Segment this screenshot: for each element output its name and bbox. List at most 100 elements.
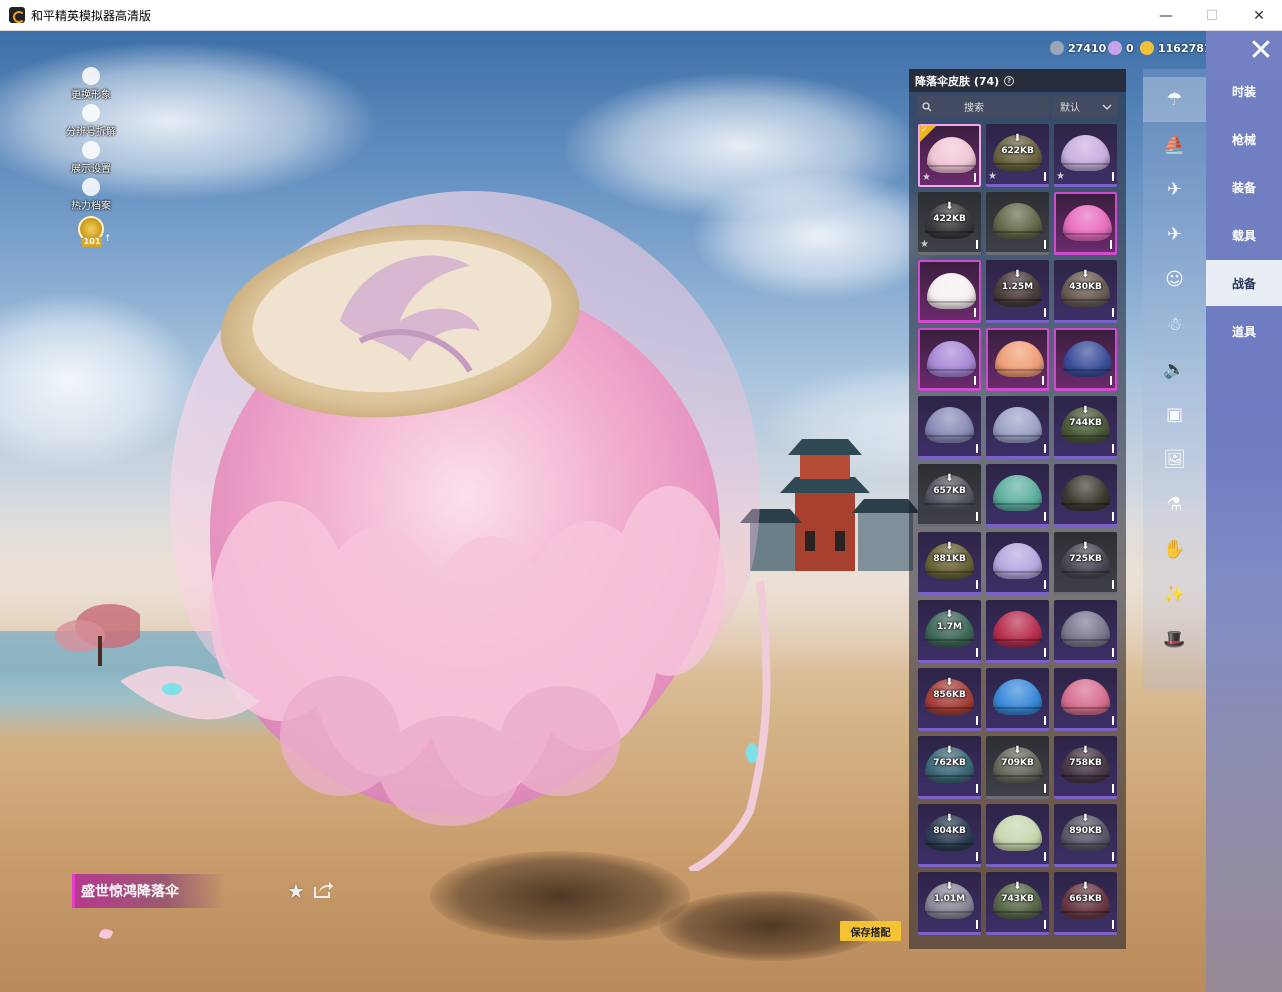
skin-item[interactable] bbox=[1054, 600, 1117, 663]
skin-item[interactable]: 1.01M ⬇ bbox=[918, 872, 981, 935]
skin-item[interactable]: 890KB ⬇ bbox=[1054, 804, 1117, 867]
download-size: 762KB bbox=[933, 758, 966, 768]
drone-icon[interactable]: ✈ bbox=[1143, 167, 1206, 212]
tab-4[interactable]: 战备 bbox=[1206, 260, 1282, 306]
sound-icon[interactable]: 🔊 bbox=[1143, 347, 1206, 392]
hat-icon[interactable]: 🎩 bbox=[1143, 617, 1206, 662]
sort-dropdown[interactable]: 默认 bbox=[1052, 96, 1118, 117]
skin-item[interactable] bbox=[1054, 464, 1117, 527]
rarity-tick bbox=[976, 784, 978, 793]
skin-item[interactable] bbox=[986, 396, 1049, 459]
rarity-tick bbox=[1044, 240, 1046, 249]
menu-label: 更换形象 bbox=[71, 90, 111, 101]
download-icon: ⬇ bbox=[1081, 269, 1090, 280]
tab-1[interactable]: 枪械 bbox=[1206, 116, 1282, 162]
star-icon: ★ bbox=[1056, 171, 1065, 182]
download-icon: ⬇ bbox=[1013, 269, 1022, 280]
help-icon[interactable]: ? bbox=[1004, 75, 1015, 86]
skin-item[interactable] bbox=[986, 192, 1049, 255]
boat-icon[interactable]: ⛵ bbox=[1143, 122, 1206, 167]
heat-archive-button[interactable]: 热力档案 bbox=[60, 178, 122, 215]
skin-item[interactable] bbox=[986, 804, 1049, 867]
currency-silver: 27410 bbox=[1050, 39, 1106, 57]
petal-decoration bbox=[98, 927, 114, 941]
download-icon: ⬇ bbox=[1081, 813, 1090, 824]
close-panel-button[interactable]: ✕ bbox=[1244, 36, 1278, 70]
parachute-thumbnail bbox=[1063, 341, 1112, 377]
skin-item[interactable] bbox=[986, 600, 1049, 663]
skin-item[interactable] bbox=[1054, 668, 1117, 731]
download-size: 657KB bbox=[933, 486, 966, 496]
share-icon[interactable] bbox=[313, 881, 333, 899]
picture-icon[interactable]: 🖼 bbox=[1143, 437, 1206, 482]
skin-item[interactable] bbox=[986, 328, 1049, 391]
download-icon: ⬇ bbox=[1013, 881, 1022, 892]
skin-item[interactable]: 743KB ⬇ bbox=[986, 872, 1049, 935]
skin-item[interactable]: 725KB ⬇ bbox=[1054, 532, 1117, 595]
rarity-tick bbox=[1112, 716, 1114, 725]
skin-item[interactable] bbox=[918, 260, 981, 323]
skin-item[interactable]: ★ bbox=[1054, 124, 1117, 187]
magic-wand-icon[interactable]: ✨ bbox=[1143, 572, 1206, 617]
parachute-icon[interactable]: ☂ bbox=[1143, 77, 1206, 122]
download-size: 758KB bbox=[1069, 758, 1102, 768]
rarity-tick bbox=[1044, 920, 1046, 929]
favorite-star-icon[interactable]: ★ bbox=[287, 879, 305, 903]
companion-icon[interactable]: ☃ bbox=[1143, 302, 1206, 347]
skin-item[interactable]: 1.7M ⬇ bbox=[918, 600, 981, 663]
download-icon: ⬇ bbox=[945, 881, 954, 892]
currency-value: 1162781 bbox=[1158, 41, 1212, 55]
save-outfit-button[interactable]: 保存搭配 bbox=[840, 921, 901, 941]
search-input[interactable]: 搜索 bbox=[917, 96, 1049, 117]
download-size: 422KB bbox=[933, 214, 966, 224]
skin-item[interactable]: 804KB ⬇ bbox=[918, 804, 981, 867]
skin-item[interactable]: 1.25M ⬇ bbox=[986, 260, 1049, 323]
maximize-button[interactable]: ☐ bbox=[1189, 0, 1235, 31]
skin-item[interactable] bbox=[1054, 328, 1117, 391]
skin-item[interactable] bbox=[1054, 192, 1117, 255]
spray-icon[interactable]: ⚗ bbox=[1143, 482, 1206, 527]
skin-item[interactable]: 856KB ⬇ bbox=[918, 668, 981, 731]
minimize-button[interactable]: — bbox=[1143, 0, 1189, 31]
skin-item[interactable]: 657KB ⬇ bbox=[918, 464, 981, 527]
skin-item[interactable]: 430KB ⬇ bbox=[1054, 260, 1117, 323]
plane-icon[interactable]: ✈ bbox=[1143, 212, 1206, 257]
skin-item[interactable] bbox=[918, 328, 981, 391]
skin-item[interactable] bbox=[986, 668, 1049, 731]
skin-item[interactable] bbox=[986, 532, 1049, 595]
skin-item[interactable]: 744KB ⬇ bbox=[1054, 396, 1117, 459]
rarity-tick bbox=[974, 173, 976, 182]
skin-item[interactable]: 709KB ⬇ bbox=[986, 736, 1049, 799]
hand-icon[interactable]: ✋ bbox=[1143, 527, 1206, 572]
change-avatar-button[interactable]: 更换形象 bbox=[60, 67, 122, 104]
close-window-button[interactable]: ✕ bbox=[1236, 0, 1282, 31]
currency-gem: 0 bbox=[1108, 39, 1134, 57]
star-icon: ★ bbox=[920, 239, 929, 250]
rarity-tick bbox=[1044, 784, 1046, 793]
panel-header: 降落伞皮肤 (74) ? bbox=[909, 69, 1126, 92]
tab-2[interactable]: 装备 bbox=[1206, 164, 1282, 210]
sticker-icon[interactable]: ▣ bbox=[1143, 392, 1206, 437]
parachute-thumbnail bbox=[927, 341, 976, 377]
skin-item[interactable]: 762KB ⬇ bbox=[918, 736, 981, 799]
skin-item[interactable] bbox=[986, 464, 1049, 527]
skin-item[interactable]: 622KB ⬇ ★ bbox=[986, 124, 1049, 187]
download-size: 890KB bbox=[1069, 826, 1102, 836]
skin-item[interactable]: 422KB ⬇ ★ bbox=[918, 192, 981, 255]
tab-0[interactable]: 时装 bbox=[1206, 68, 1282, 114]
skin-item[interactable]: 758KB ⬇ bbox=[1054, 736, 1117, 799]
rarity-tick bbox=[976, 240, 978, 249]
download-size: 1.01M bbox=[933, 894, 966, 904]
display-settings-button[interactable]: 展示设置 bbox=[60, 141, 122, 178]
rarity-tick bbox=[976, 716, 978, 725]
skin-item[interactable]: 881KB ⬇ bbox=[918, 532, 981, 595]
rarity-tick bbox=[1112, 580, 1114, 589]
tab-5[interactable]: 道具 bbox=[1206, 308, 1282, 354]
rarity-tick bbox=[1112, 784, 1114, 793]
tab-3[interactable]: 载具 bbox=[1206, 212, 1282, 258]
resolution-split-button[interactable]: 分辨号拆解 bbox=[60, 104, 122, 141]
skin-item[interactable]: 663KB ⬇ bbox=[1054, 872, 1117, 935]
emote-icon[interactable]: ☺ bbox=[1143, 257, 1206, 302]
skin-item[interactable] bbox=[918, 396, 981, 459]
skin-item[interactable]: ★ bbox=[918, 124, 981, 187]
